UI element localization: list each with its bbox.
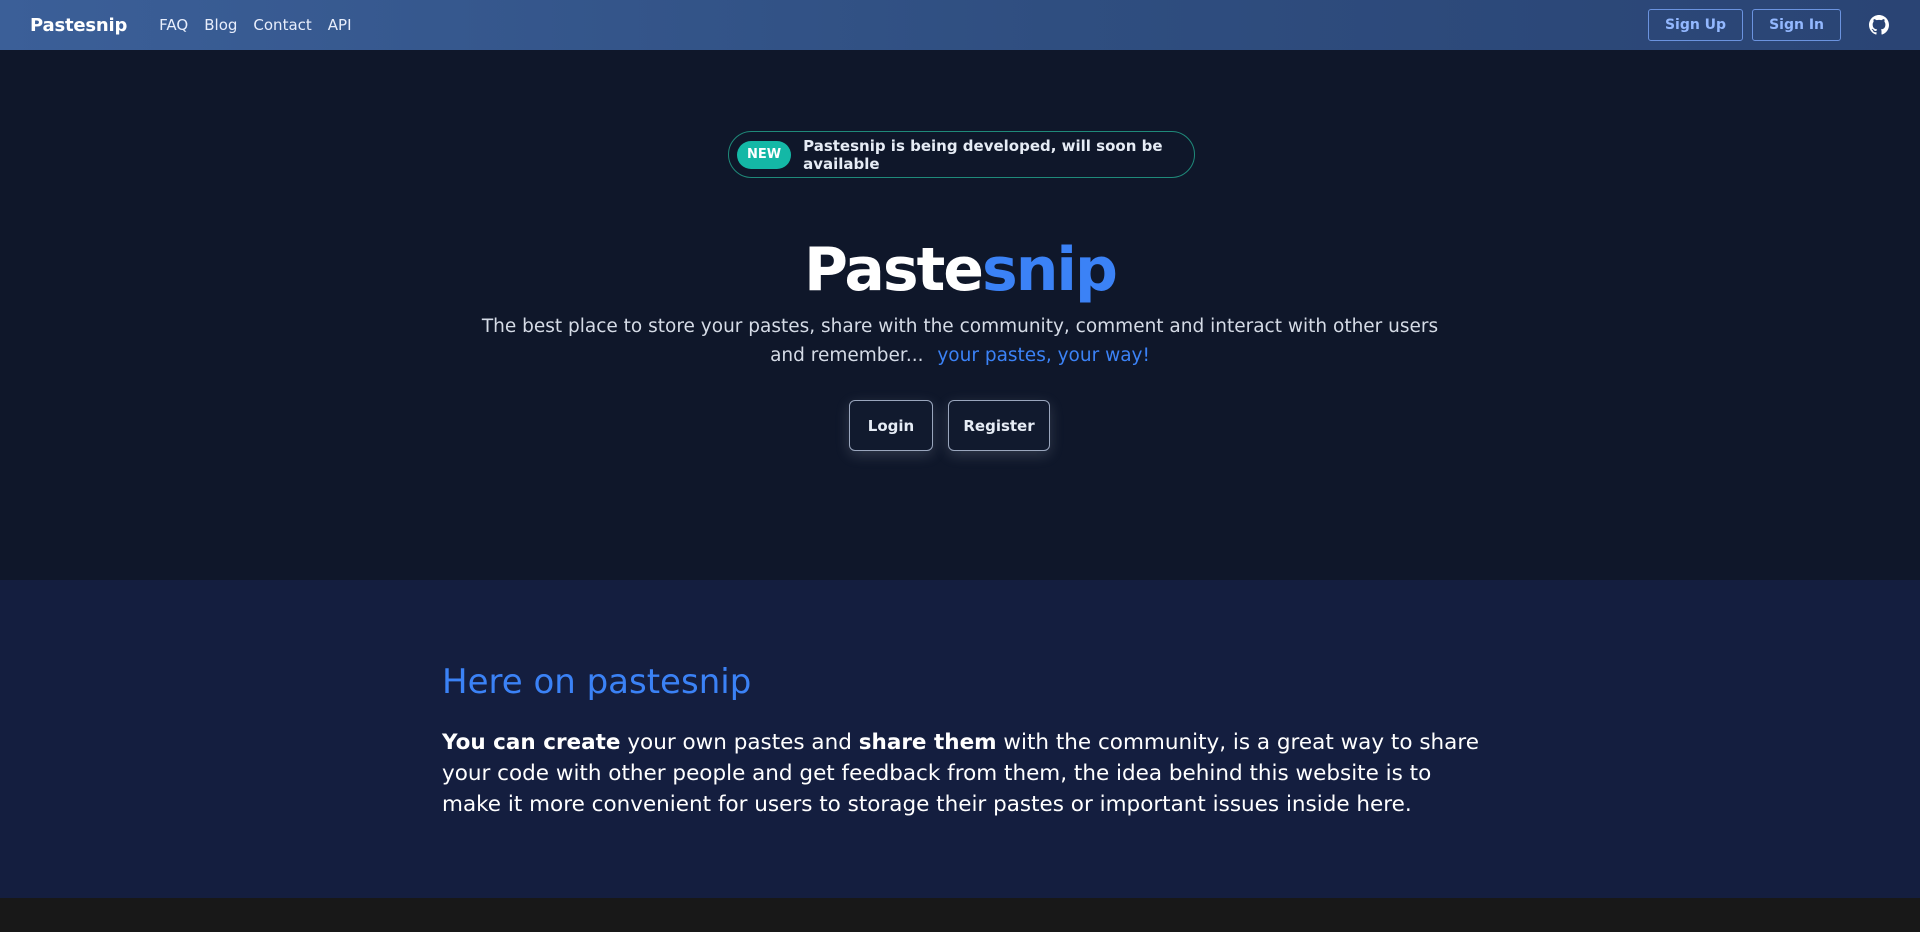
nav-link-api[interactable]: API (328, 16, 352, 34)
hero-buttons: Login Register (0, 400, 1920, 451)
hero-title-part1: Paste (804, 235, 984, 305)
nav-link-blog[interactable]: Blog (204, 16, 237, 34)
features-body: You can create your own pastes and share… (442, 727, 1482, 820)
features-title: Here on pastesnip (442, 662, 752, 702)
footer-strip (0, 898, 1920, 932)
nav-link-contact[interactable]: Contact (253, 16, 311, 34)
hero-section: NEW Pastesnip is being developed, will s… (0, 50, 1920, 580)
nav-links: FAQ Blog Contact API (159, 16, 351, 34)
nav-link-faq[interactable]: FAQ (159, 16, 188, 34)
announcement-badge: NEW Pastesnip is being developed, will s… (728, 131, 1195, 178)
top-navbar: Pastesnip FAQ Blog Contact API Sign Up S… (0, 0, 1920, 50)
login-button[interactable]: Login (849, 400, 933, 451)
nav-actions: Sign Up Sign In (1647, 9, 1890, 41)
brand-logo[interactable]: Pastesnip (30, 15, 127, 36)
new-tag: NEW (737, 140, 792, 169)
features-bold-2: share them (858, 730, 997, 755)
features-section: Here on pastesnip You can create your ow… (0, 580, 1920, 898)
hero-title-part2: snip (982, 235, 1118, 305)
sign-up-button[interactable]: Sign Up (1647, 9, 1744, 41)
hero-title: Pastesnip (0, 235, 1920, 305)
sign-in-button[interactable]: Sign In (1752, 9, 1841, 41)
features-text-1: your own pastes and (620, 730, 859, 755)
hero-subtitle-accent: your pastes, your way! (937, 345, 1150, 366)
announcement-text: Pastesnip is being developed, will soon … (803, 136, 1163, 173)
hero-subtitle: The best place to store your pastes, sha… (470, 312, 1450, 370)
features-bold-1: You can create (442, 730, 621, 755)
github-icon[interactable] (1868, 14, 1890, 36)
register-button[interactable]: Register (948, 400, 1050, 451)
